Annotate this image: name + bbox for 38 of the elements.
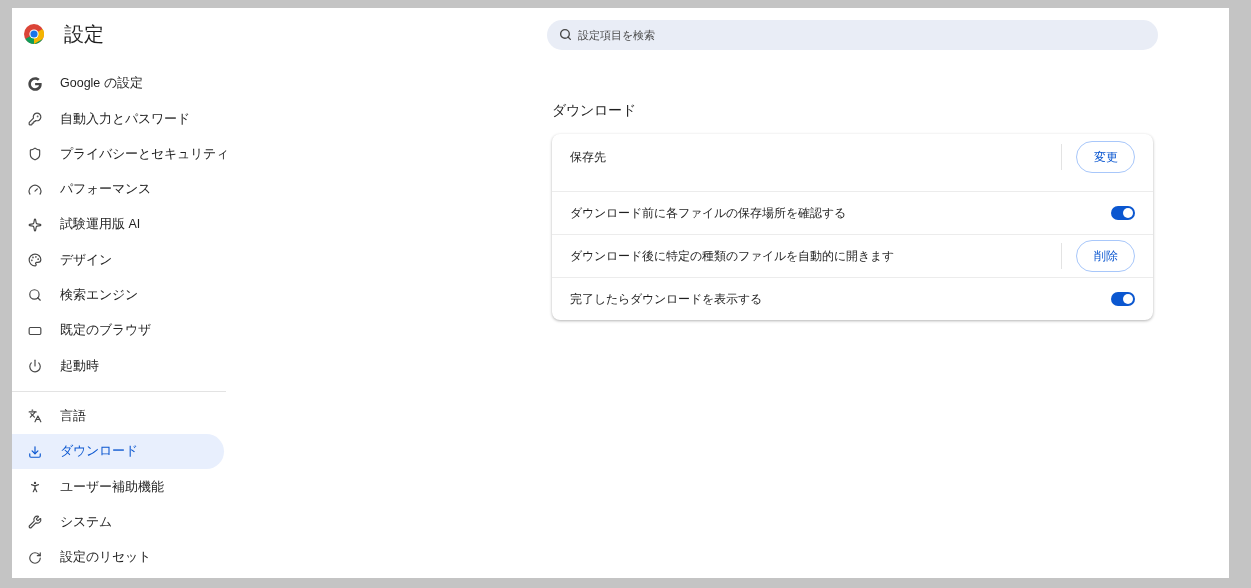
setting-label: 保存先 [570, 149, 606, 167]
sidebar-item[interactable]: 設定のリセット [12, 539, 224, 576]
browser-logo-icon [24, 24, 44, 44]
key-icon [28, 111, 42, 126]
search-icon [28, 288, 42, 303]
sidebar-item[interactable]: システム [12, 504, 224, 540]
sidebar-item[interactable]: Google の設定 [12, 66, 224, 102]
search-field[interactable]: 設定項目を検索 [547, 20, 1158, 50]
sidebar-item[interactable]: 起動時 [12, 348, 224, 384]
setting-label: ダウンロード前に各ファイルの保存場所を確認する [570, 205, 846, 223]
page-title: 設定 [64, 22, 104, 47]
toggle-switch[interactable] [1111, 206, 1135, 221]
wrench-icon [28, 515, 42, 530]
accessibility-icon [28, 479, 42, 494]
sparkle-icon [28, 217, 42, 232]
section-title: ダウンロード [552, 102, 637, 120]
sidebar-item[interactable]: デザイン [12, 242, 224, 278]
sidebar-item[interactable]: パフォーマンス [12, 171, 224, 208]
sidebar-item[interactable]: 言語 [12, 398, 224, 434]
setting-label: ダウンロード後に特定の種類のファイルを自動的に開きます [570, 248, 894, 266]
gauge-icon [28, 182, 42, 197]
palette-icon [28, 253, 42, 268]
toggle-switch[interactable] [1111, 292, 1135, 307]
google-icon [28, 76, 42, 91]
language-icon [28, 409, 42, 424]
sidebar-item[interactable]: 既定のブラウザ [12, 313, 224, 349]
sidebar-item[interactable]: ダウンロード [12, 433, 224, 470]
sidebar-item[interactable]: ユーザー補助機能 [12, 469, 224, 505]
sidebar-item[interactable]: 検索エンジン [12, 277, 224, 314]
reset-icon [28, 550, 42, 565]
setting-label: 完了したらダウンロードを表示する [570, 291, 762, 309]
search-icon [559, 28, 572, 41]
power-icon [28, 359, 42, 373]
download-icon [28, 444, 42, 459]
sidebar-item[interactable]: 自動入力とパスワード [12, 101, 224, 137]
sidebar-item[interactable]: プライバシーとセキュリティ [12, 136, 224, 172]
shield-icon [28, 147, 42, 162]
sidebar-item[interactable]: 試験運用版 AI [12, 207, 224, 243]
